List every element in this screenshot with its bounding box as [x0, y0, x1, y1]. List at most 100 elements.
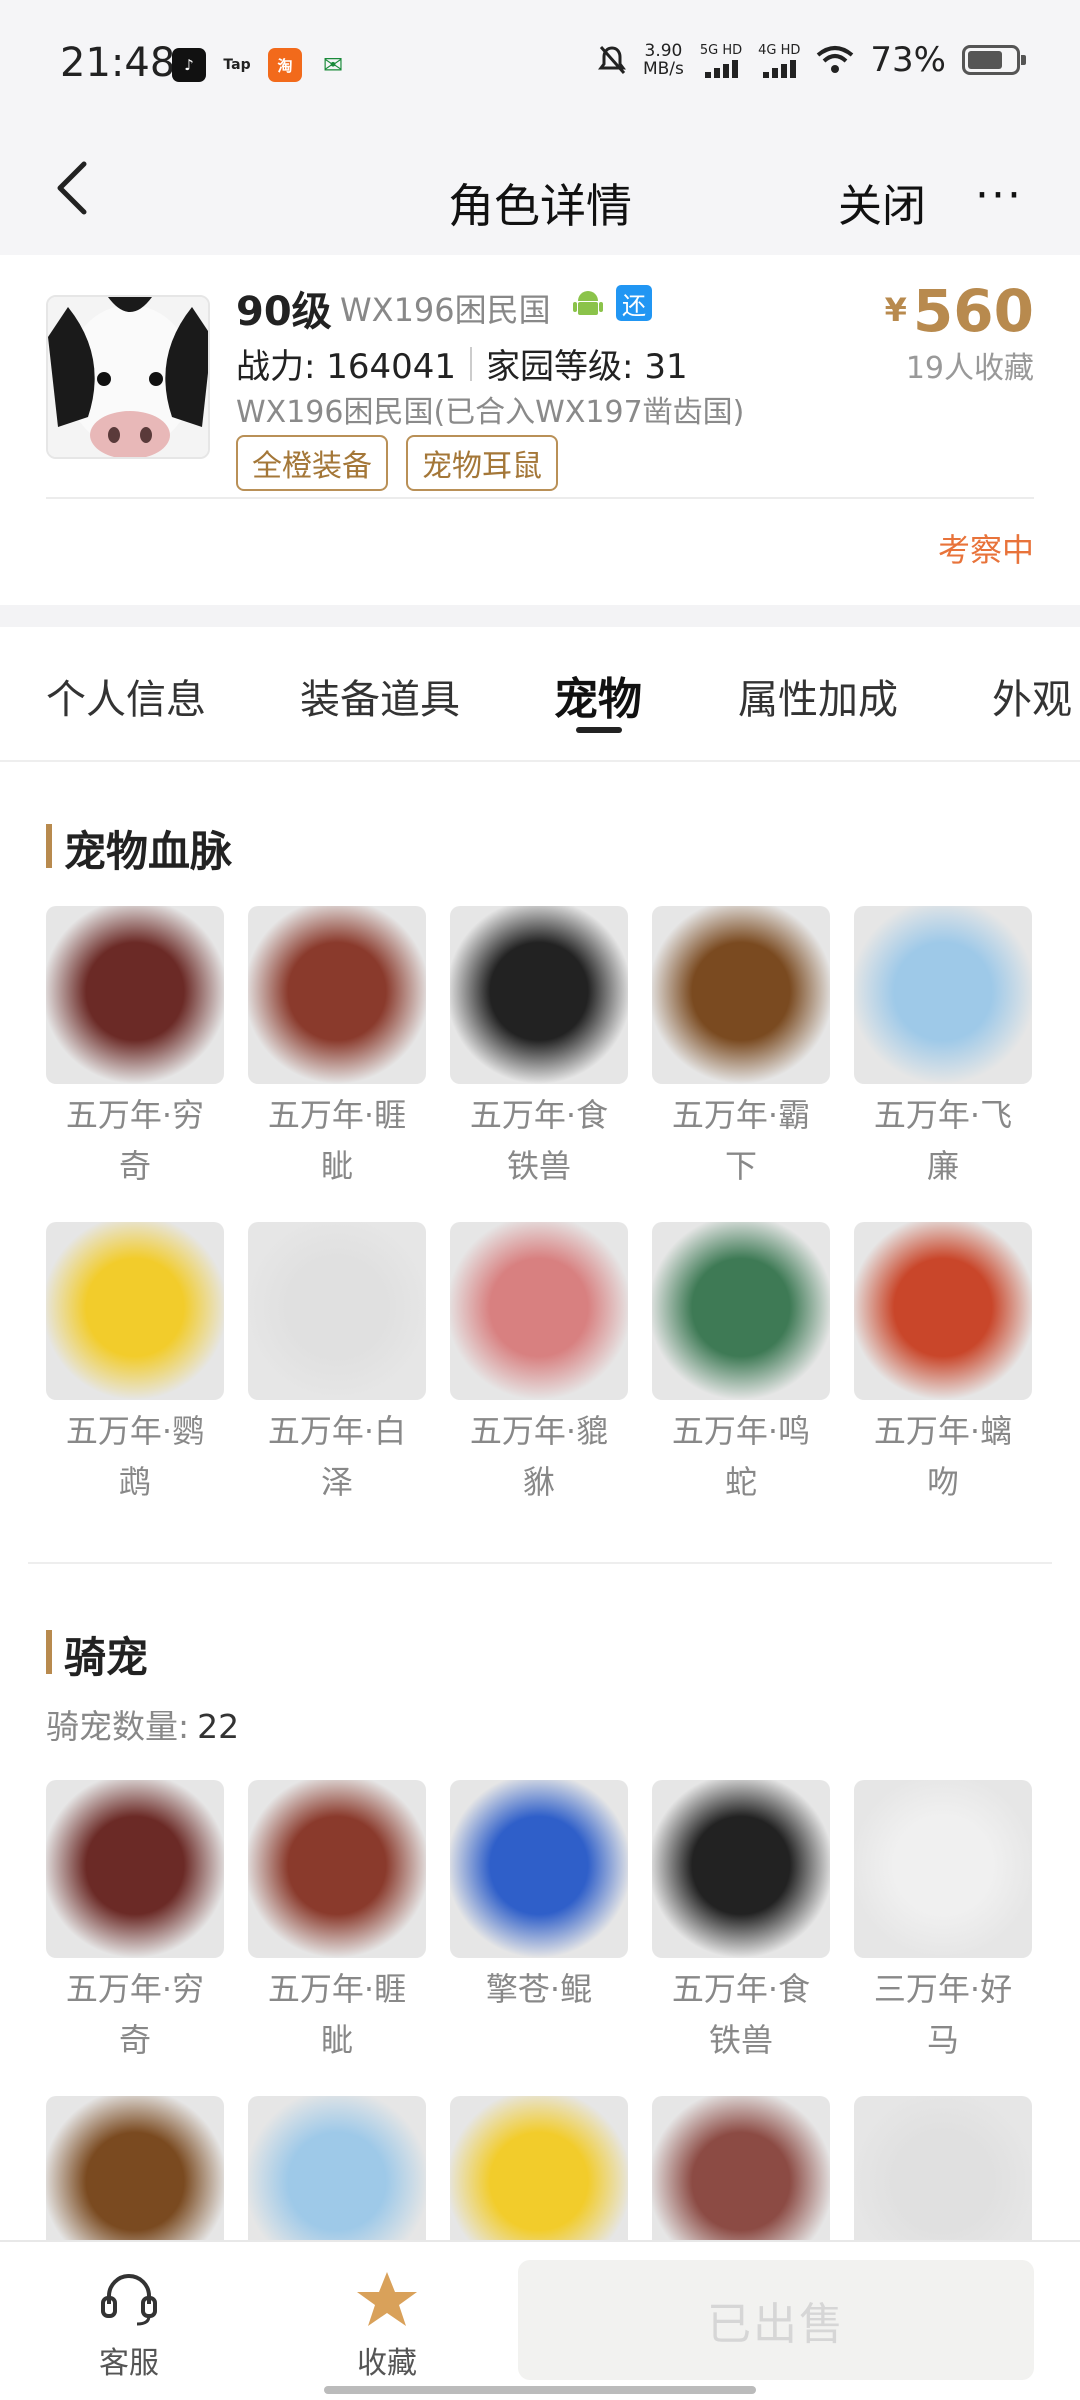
bloodline-pet-name-line2: 鹉 [118, 1463, 151, 1501]
bloodline-pet-name: 五万年·霸下 [652, 1090, 830, 1222]
home-indicator[interactable] [324, 2386, 756, 2394]
battery-percent: 73% [870, 40, 946, 80]
net-speed-unit: MB/s [642, 59, 684, 79]
close-button[interactable]: 关闭 [838, 170, 926, 234]
bloodline-pet-name-line1: 五万年·飞 [873, 1096, 1013, 1134]
bloodline-grid: 五万年·穷奇五万年·睚眦五万年·食 铁兽 五万年·霸下五万年·飞廉五万年·鹦鹉五万年… [46, 906, 1036, 1538]
favorite-count: 19人收藏 [905, 351, 1034, 386]
tiktok-icon: ♪ [172, 48, 206, 82]
customer-service-label: 客服 [99, 2346, 159, 2381]
tab-personal-info[interactable]: 个人信息 [46, 667, 206, 725]
customer-service-button[interactable]: 客服 [54, 2270, 204, 2382]
mount-count: 骑宠数量: 22 [46, 1700, 239, 1748]
android-icon [573, 291, 603, 315]
bloodline-pet-portrait [46, 906, 224, 1084]
bloodline-pet-item[interactable]: 五万年·白泽 [248, 1222, 426, 1538]
bloodline-pet-name-line1: 五万年·貔 [469, 1412, 609, 1450]
character-level: 90级 [236, 289, 332, 335]
mount-pet-name-line2: 铁兽 [708, 2021, 773, 2059]
bloodline-pet-name: 五万年·食 铁兽 [450, 1090, 628, 1222]
bloodline-pet-name-line2: 下 [724, 1147, 757, 1185]
bloodline-pet-item[interactable]: 五万年·鹦鹉 [46, 1222, 224, 1538]
return-badge: 还 [616, 285, 652, 321]
bloodline-pet-portrait [854, 1222, 1032, 1400]
signal-5g-bars-icon [704, 60, 738, 78]
card-divider [46, 497, 1034, 499]
bloodline-pet-portrait [450, 906, 628, 1084]
bloodline-pet-name-line1: 五万年·睚 [267, 1096, 407, 1134]
bloodline-pet-item[interactable]: 五万年·螭吻 [854, 1222, 1032, 1538]
mounts-title: 骑宠 [46, 1624, 148, 1685]
mount-pet-item[interactable]: 三万年·好马 [854, 1780, 1032, 2096]
signal-5g-label: 5G HD [699, 43, 743, 58]
signal-4g-label: 4G HD [758, 43, 801, 58]
tab-pets[interactable]: 宠物 [554, 663, 642, 727]
tab-appearance[interactable]: 外观 [992, 667, 1072, 725]
favorite-button[interactable]: 收藏 [312, 2270, 462, 2382]
tab-attributes[interactable]: 属性加成 [738, 667, 898, 725]
bloodline-pet-item[interactable]: 五万年·鸣蛇 [652, 1222, 830, 1538]
mount-pet-portrait [854, 1780, 1032, 1958]
bloodline-pet-name-line2: 廉 [926, 1147, 959, 1185]
mount-pet-portrait [46, 1780, 224, 1958]
price-amount: 560 [912, 277, 1034, 345]
character-card: 90级 WX196困民国 还 战力: 164041 家园等级: 31 WX196… [0, 255, 1080, 605]
server-merge-info: WX196困民国(已合入WX197凿齿国) [236, 395, 745, 430]
status-bar: 21:48 ♪ Tap 淘 ✉ 3.90 MB/s 5G HD 4G HD 73… [0, 0, 1080, 130]
mount-pet-name-line1: 五万年·睚 [267, 1970, 407, 2008]
mount-pet-name-line2: 奇 [118, 2021, 151, 2059]
bloodline-pet-name-line2: 奇 [118, 1147, 151, 1185]
tab-bar: 个人信息 装备道具 宠物 属性加成 外观 [0, 627, 1080, 762]
bloodline-pet-item[interactable]: 五万年·穷奇 [46, 906, 224, 1222]
bloodline-pet-portrait [46, 1222, 224, 1400]
bloodline-pet-portrait [450, 1222, 628, 1400]
mount-pet-name: 五万年·睚眦 [248, 1964, 426, 2096]
mount-pet-item[interactable]: 五万年·穷奇 [46, 1780, 224, 2096]
wifi-icon [817, 46, 854, 73]
bloodline-pet-name: 五万年·鸣蛇 [652, 1406, 830, 1538]
bloodline-pet-item[interactable]: 五万年·霸下 [652, 906, 830, 1222]
bloodline-pet-name-line2: 蛇 [724, 1463, 757, 1501]
title-bar: 角色详情 关闭 ··· [0, 130, 1080, 255]
mount-pet-item[interactable]: 擎苍·鲲 [450, 1780, 628, 2096]
bloodline-pet-name: 五万年·鹦鹉 [46, 1406, 224, 1538]
mount-pet-name-line1: 三万年·好 [873, 1970, 1013, 2008]
more-menu-button[interactable]: ··· [975, 170, 1023, 221]
net-speed-value: 3.90 [644, 41, 683, 61]
tab-equipment[interactable]: 装备道具 [300, 667, 460, 725]
status-app-icons: ♪ Tap 淘 ✉ [172, 48, 350, 82]
status-indicators: 3.90 MB/s 5G HD 4G HD 73% [597, 40, 1026, 80]
mount-pet-name-line2: 马 [926, 2021, 959, 2059]
tap-icon: Tap [223, 57, 251, 73]
bloodline-pet-name: 五万年·白泽 [248, 1406, 426, 1538]
bloodline-pet-name-line1: 五万年·白 [267, 1412, 407, 1450]
taobao-icon: 淘 [268, 48, 302, 82]
bloodline-pet-item[interactable]: 五万年·睚眦 [248, 906, 426, 1222]
bloodline-pet-item[interactable]: 五万年·貔貅 [450, 1222, 628, 1538]
bloodline-pet-name-line2: 眦 [320, 1147, 353, 1185]
bloodline-pet-name-line2: 铁兽 [506, 1147, 571, 1185]
mount-pet-item[interactable]: 五万年·睚眦 [248, 1780, 426, 2096]
mount-pet-name: 五万年·食 铁兽 [652, 1964, 830, 2096]
mount-pet-portrait [248, 1780, 426, 1958]
mount-pet-portrait [450, 1780, 628, 1958]
server-name: WX196困民国 [340, 291, 551, 329]
active-tab-indicator [576, 727, 622, 733]
character-tags: 全橙装备 宠物耳鼠 [236, 435, 558, 491]
bloodline-pet-name: 五万年·睚眦 [248, 1090, 426, 1222]
stats-divider [470, 346, 473, 381]
bloodline-pet-name: 五万年·螭吻 [854, 1406, 1032, 1538]
bloodline-pet-name-line1: 五万年·鹦 [65, 1412, 205, 1450]
mount-pet-item[interactable]: 五万年·食 铁兽 [652, 1780, 830, 2096]
combat-power: 战力: 164041 [236, 347, 457, 387]
mount-pet-name: 擎苍·鲲 [450, 1964, 628, 2096]
tag-pet-mouse: 宠物耳鼠 [406, 435, 558, 491]
mount-pet-portrait [652, 1780, 830, 1958]
signal-4g-bars-icon [762, 60, 796, 78]
bloodline-pet-item[interactable]: 五万年·食 铁兽 [450, 906, 628, 1222]
bloodline-pet-name-line1: 五万年·鸣 [671, 1412, 811, 1450]
character-avatar[interactable] [46, 295, 210, 459]
sold-button[interactable]: 已出售 [518, 2260, 1034, 2380]
bloodline-pet-item[interactable]: 五万年·飞廉 [854, 906, 1032, 1222]
bloodline-title: 宠物血脉 [46, 818, 232, 879]
